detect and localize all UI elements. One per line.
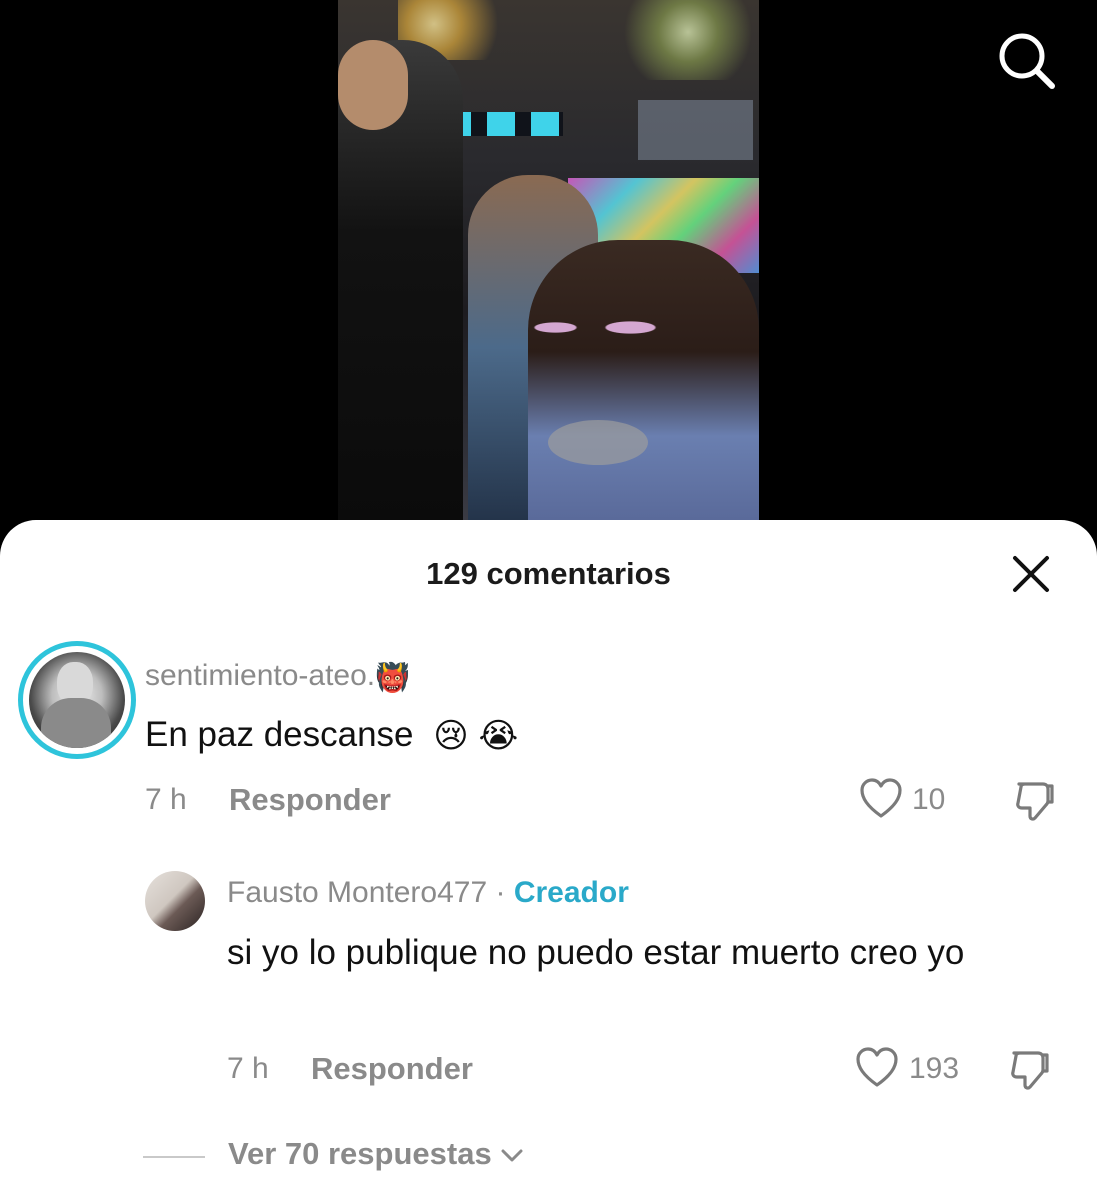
comments-count-title: 129 comentarios: [426, 556, 671, 591]
reply-button[interactable]: Responder: [229, 782, 391, 818]
ogre-emoji: 👹: [375, 661, 411, 693]
comment-text: En paz descanse 😢 😭: [145, 708, 518, 763]
thumbs-down-icon: [1011, 1051, 1049, 1090]
reply-reply-button[interactable]: Responder: [311, 1051, 473, 1087]
search-button[interactable]: [996, 30, 1058, 92]
video-area[interactable]: [0, 0, 1097, 540]
video-frame[interactable]: [338, 0, 759, 520]
view-replies-button[interactable]: Ver 70 respuestas: [228, 1136, 524, 1172]
person-front: [528, 240, 759, 520]
thumbs-down-icon: [1016, 782, 1054, 821]
heart-icon: [856, 1047, 898, 1087]
close-button[interactable]: [1010, 553, 1052, 595]
reply-like-count: 193: [909, 1052, 960, 1085]
ceiling-lights-right: [618, 0, 758, 80]
chevron-down-icon: [501, 1149, 523, 1162]
reply-time: 7 h: [227, 1052, 269, 1085]
reply-like-button[interactable]: [855, 1047, 899, 1094]
background-screen: [638, 100, 753, 160]
search-icon: [999, 33, 1055, 89]
comment-time: 7 h: [145, 783, 187, 816]
sunglasses: [518, 300, 668, 355]
dislike-button[interactable]: [1013, 778, 1057, 827]
comment-username[interactable]: sentimiento-ateo.👹: [145, 659, 410, 694]
beard: [548, 420, 648, 465]
reply-username-row[interactable]: Fausto Montero477 · Creador: [227, 876, 629, 910]
avatar-image: [29, 652, 125, 748]
like-button[interactable]: [859, 778, 903, 825]
reply-text: si yo lo publique no puedo estar muerto …: [227, 933, 965, 972]
creator-badge: Creador: [513, 876, 629, 909]
replies-divider: [143, 1156, 205, 1158]
person-left: [338, 40, 463, 520]
close-icon: [1013, 556, 1049, 592]
sobbing-emoji: 😭: [478, 717, 519, 756]
crying-emoji: 😢: [433, 717, 469, 756]
reply-dislike-button[interactable]: [1008, 1047, 1052, 1096]
reply-avatar[interactable]: [145, 871, 205, 931]
separator-dot: ·: [495, 876, 506, 909]
avatar[interactable]: [18, 641, 136, 759]
heart-icon: [860, 778, 902, 818]
comments-sheet: 129 comentarios sentimiento-ateo.👹 En pa…: [0, 520, 1097, 1200]
like-count: 10: [912, 783, 946, 816]
reply-username: Fausto Montero477: [227, 876, 488, 909]
